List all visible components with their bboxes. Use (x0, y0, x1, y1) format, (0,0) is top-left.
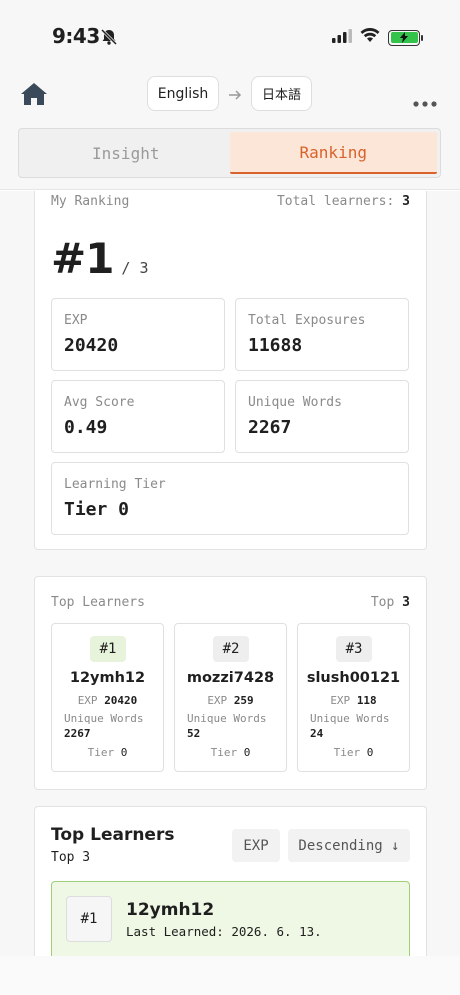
learner-unique-value: 2267 (64, 727, 91, 740)
learner-unique-value: 24 (310, 727, 324, 740)
status-time: 9:43 (52, 24, 100, 48)
learner-card-1[interactable]: #1 12ymh12 EXP 20420 Unique Words 2267 T… (51, 623, 164, 772)
leaderboard-subtitle: Top 3 (51, 850, 91, 865)
learner-card-2[interactable]: #2 mozzi7428 EXP 259 Unique Words 52 Tie… (174, 623, 287, 772)
leaderboard-card: Top Learners Top 3 EXP Descending ↓ #1 1… (34, 806, 427, 956)
leaderboard-entry[interactable]: #1 12ymh12 Last Learned: 2026. 6. 13. (51, 881, 410, 956)
learner-card-3[interactable]: #3 slush00121 EXP 118 Unique Words 24 Ti… (297, 623, 410, 772)
leaderboard-title: Top Learners (51, 825, 175, 845)
my-rank: #1 / 3 (51, 234, 149, 283)
ranking-content[interactable]: My Ranking Total learners: 3 #1 / 3 EXP … (0, 191, 460, 956)
total-learners-label: Total learners: (276, 194, 395, 209)
learner-exp-value: 118 (356, 694, 377, 707)
learner-exp-value: 20420 (104, 694, 138, 707)
learner-tier-value: 0 (120, 746, 128, 759)
sort-field-button[interactable]: EXP (232, 829, 280, 862)
learner-tier-value: 0 (366, 746, 374, 759)
bottom-bar (0, 956, 460, 995)
status-indicators (332, 27, 423, 47)
entry-last-learned: Last Learned: 2026. 6. 13. (126, 924, 322, 939)
learner-exp-label: EXP (77, 694, 98, 707)
wifi-icon (360, 27, 380, 47)
exp-value: 20420 (64, 335, 119, 356)
exp-label: EXP (64, 313, 88, 328)
tab-strip: Insight Ranking (0, 118, 460, 190)
learner-unique-label: Unique Words (187, 712, 267, 725)
tab-ranking[interactable]: Ranking (229, 132, 437, 174)
learner-tier-label: Tier (210, 746, 238, 759)
home-icon[interactable] (20, 82, 48, 110)
top-count-label: Top (370, 595, 395, 610)
learner-exp: EXP 20420 (52, 694, 163, 707)
entry-name: 12ymh12 (126, 900, 215, 920)
my-rank-of: / 3 (121, 259, 149, 277)
total-exposures-label: Total Exposures (248, 313, 366, 328)
total-exposures-value: 11688 (248, 335, 303, 356)
learner-tier: Tier 0 (175, 746, 286, 759)
top-learners-count: Top 3 (371, 595, 410, 610)
sort-order-button[interactable]: Descending ↓ (288, 829, 410, 862)
learner-name: slush00121 (306, 670, 401, 686)
learner-exp-value: 259 (233, 694, 254, 707)
total-learners-value: 3 (402, 194, 410, 209)
top-nav: English 日本語 (0, 72, 460, 118)
learner-tier: Tier 0 (52, 746, 163, 759)
signal-icon (332, 28, 352, 47)
learner-unique-label: Unique Words (64, 712, 144, 725)
entry-rank-badge: #1 (66, 896, 112, 942)
unique-words-label: Unique Words (248, 395, 342, 410)
learning-tier-value: Tier 0 (64, 499, 130, 520)
tab-bar: Insight Ranking (18, 128, 441, 178)
learner-exp-label: EXP (207, 694, 228, 707)
learner-unique-label: Unique Words (310, 712, 390, 725)
bell-muted-icon (100, 28, 118, 50)
total-learners: Total learners: 3 (277, 194, 410, 209)
avg-score-value: 0.49 (64, 417, 108, 438)
learner-name: mozzi7428 (186, 670, 275, 686)
target-language-button[interactable]: 日本語 (251, 76, 312, 111)
top-count-value: 3 (402, 595, 410, 610)
learner-exp: EXP 118 (298, 694, 409, 707)
battery-icon (388, 29, 423, 46)
avg-score-stat: Avg Score 0.49 (51, 380, 225, 453)
learner-name: 12ymh12 (69, 670, 146, 686)
top-learners-title: Top Learners (51, 595, 145, 610)
learning-tier-label: Learning Tier (64, 477, 166, 492)
rank-badge: #2 (213, 636, 249, 662)
learner-tier-label: Tier (87, 746, 115, 759)
my-ranking-card: My Ranking Total learners: 3 #1 / 3 EXP … (34, 191, 427, 550)
learner-exp: EXP 259 (175, 694, 286, 707)
learning-tier-stat: Learning Tier Tier 0 (51, 462, 409, 535)
arrow-right-icon (228, 86, 242, 105)
my-ranking-title: My Ranking (51, 194, 130, 209)
rank-badge: #3 (336, 636, 372, 662)
my-rank-number: #1 (51, 234, 114, 283)
tab-insight[interactable]: Insight (22, 132, 230, 174)
top-learners-card: Top Learners Top 3 #1 12ymh12 EXP 20420 … (34, 576, 427, 790)
total-exposures-stat: Total Exposures 11688 (235, 298, 409, 371)
more-options-icon[interactable] (413, 92, 437, 111)
avg-score-label: Avg Score (64, 395, 135, 410)
exp-stat: EXP 20420 (51, 298, 225, 371)
learner-tier: Tier 0 (298, 746, 409, 759)
learner-unique-value: 52 (187, 727, 201, 740)
learner-tier-label: Tier (333, 746, 361, 759)
status-bar: 9:43 (0, 0, 460, 72)
source-language-button[interactable]: English (147, 76, 219, 111)
rank-badge: #1 (90, 636, 126, 662)
learner-tier-value: 0 (243, 746, 251, 759)
learner-exp-label: EXP (330, 694, 351, 707)
unique-words-stat: Unique Words 2267 (235, 380, 409, 453)
unique-words-value: 2267 (248, 417, 292, 438)
